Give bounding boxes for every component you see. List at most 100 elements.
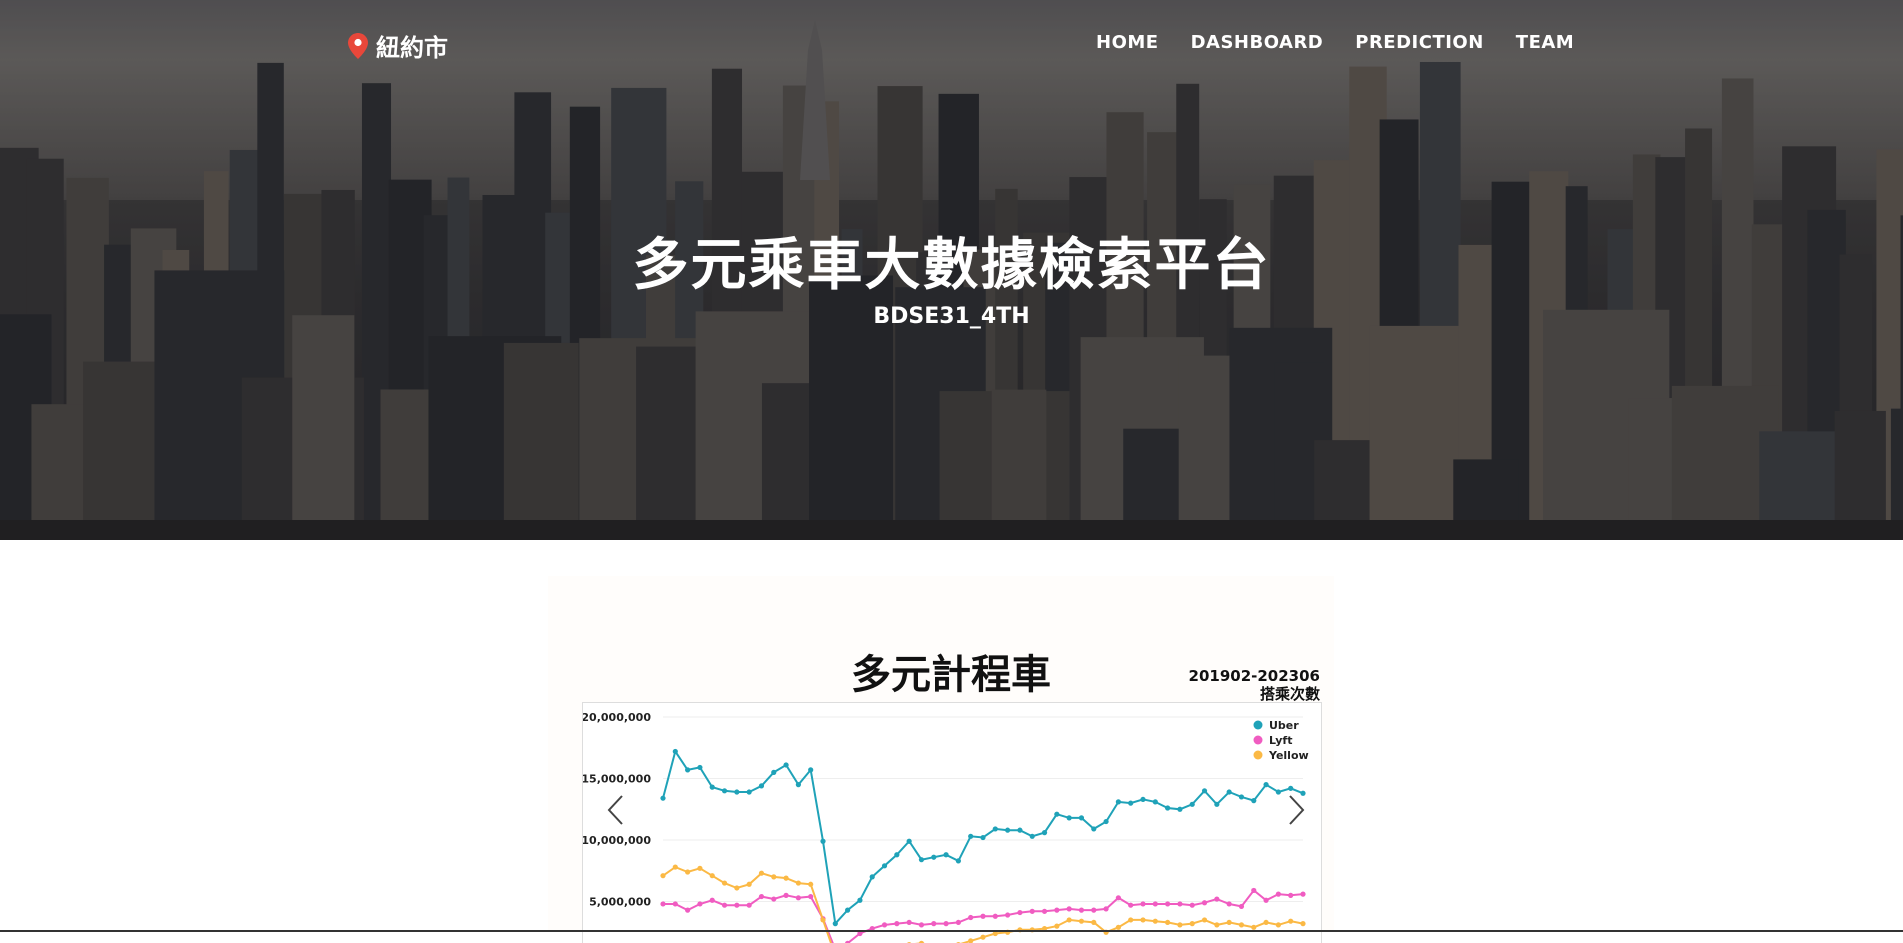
data-point-uber [1152, 799, 1158, 805]
brand[interactable]: 紐約市 [348, 28, 448, 63]
data-point-uber [1115, 799, 1121, 805]
data-point-lyft [1275, 891, 1281, 897]
data-point-uber [1275, 789, 1281, 795]
data-point-lyft [1300, 891, 1306, 897]
data-point-lyft [758, 893, 765, 900]
nav-home[interactable]: HOME [1096, 32, 1159, 53]
data-point-yellow [1152, 918, 1158, 924]
data-point-yellow [1140, 917, 1146, 923]
legend-label-lyft: Lyft [1269, 734, 1292, 747]
data-point-uber [1177, 806, 1183, 812]
data-point-yellow [808, 881, 814, 887]
data-point-lyft [1017, 909, 1023, 916]
data-point-uber [1029, 833, 1035, 839]
data-point-uber [869, 874, 875, 880]
data-point-lyft [1201, 900, 1208, 906]
data-point-lyft [660, 901, 666, 907]
data-point-yellow [1201, 917, 1208, 923]
nav-prediction[interactable]: PREDICTION [1355, 32, 1484, 53]
data-point-lyft [746, 902, 752, 908]
data-point-uber [660, 795, 666, 801]
data-point-uber [857, 897, 863, 903]
data-point-yellow [1128, 917, 1134, 923]
data-point-lyft [906, 919, 912, 926]
data-point-lyft [1103, 906, 1109, 912]
legend-marker-lyft [1253, 735, 1263, 745]
data-point-yellow [1165, 919, 1171, 926]
data-point-yellow [1054, 923, 1060, 929]
data-point-uber [1005, 827, 1011, 833]
line-chart-svg: 20,000,000 15,000,000 10,000,000 5,000,000 U… [583, 711, 1309, 943]
chart-metric-label: 搭乘次數 [1259, 685, 1320, 703]
data-point-yellow [1078, 918, 1085, 924]
data-point-lyft [795, 895, 801, 901]
data-point-yellow [783, 875, 789, 881]
data-point-uber [734, 789, 740, 795]
data-point-uber [795, 782, 801, 788]
data-point-lyft [1263, 897, 1269, 903]
data-point-lyft [1238, 903, 1245, 910]
data-point-lyft [1029, 908, 1035, 914]
data-point-yellow [1177, 922, 1183, 928]
data-point-lyft [894, 921, 900, 927]
data-point-uber [685, 767, 691, 773]
legend-label-yellow: Yellow [1268, 749, 1309, 762]
y-tick-label: 15,000,000 [583, 773, 651, 786]
data-point-uber [894, 852, 900, 858]
data-point-uber [709, 784, 715, 790]
data-point-lyft [1128, 902, 1134, 908]
data-point-yellow [1300, 921, 1306, 927]
data-point-yellow [1263, 919, 1269, 926]
data-point-yellow [1238, 922, 1245, 928]
y-tick-label: 5,000,000 [589, 896, 651, 909]
data-point-lyft [1288, 892, 1294, 898]
data-point-lyft [1066, 906, 1072, 912]
data-point-lyft [943, 921, 949, 927]
data-point-yellow [1275, 922, 1281, 928]
chart-date-range: 201902-202306 [1188, 667, 1320, 685]
data-point-uber [1066, 815, 1072, 821]
data-point-uber [1201, 788, 1208, 794]
chart-carousel: 多元計程車 201902-202306 搭乘次數 20,000,000 15,00… [548, 576, 1334, 943]
data-point-lyft [1041, 908, 1048, 914]
nav-dashboard[interactable]: DASHBOARD [1191, 32, 1324, 53]
data-point-lyft [685, 907, 691, 913]
data-point-lyft [721, 902, 728, 908]
hero-subtitle: BDSE31_4TH [873, 304, 1030, 329]
data-point-uber [906, 838, 912, 844]
data-point-uber [1017, 827, 1023, 833]
data-point-yellow [771, 874, 777, 880]
data-point-uber [1078, 815, 1085, 821]
data-point-uber [1091, 826, 1097, 832]
data-point-uber [832, 921, 838, 927]
data-point-lyft [1054, 907, 1060, 913]
data-point-lyft [918, 922, 925, 928]
data-point-uber [931, 854, 937, 860]
chevron-right-icon[interactable] [1286, 794, 1306, 826]
data-point-uber [1238, 794, 1245, 800]
legend-marker-yellow [1253, 750, 1263, 760]
chevron-left-icon[interactable] [606, 794, 626, 826]
data-point-uber [980, 834, 986, 841]
data-point-yellow [968, 938, 974, 943]
data-point-uber [1214, 801, 1220, 807]
data-point-uber [672, 748, 678, 755]
data-point-uber [758, 783, 765, 789]
data-point-uber [1140, 796, 1146, 803]
data-point-yellow [660, 873, 666, 879]
data-point-uber [918, 857, 925, 863]
data-point-lyft [1251, 887, 1257, 894]
data-point-yellow [758, 870, 765, 876]
data-point-uber [845, 907, 851, 913]
data-point-yellow [721, 880, 728, 886]
data-point-yellow [820, 917, 826, 923]
data-point-uber [1103, 818, 1109, 825]
data-point-uber [881, 863, 888, 869]
nav-team[interactable]: TEAM [1516, 32, 1574, 53]
legend-label-uber: Uber [1269, 719, 1299, 732]
data-point-uber [1189, 801, 1195, 807]
data-point-yellow [672, 864, 678, 870]
data-point-uber [1226, 789, 1232, 795]
data-point-lyft [1226, 901, 1232, 907]
data-point-yellow [734, 885, 740, 891]
